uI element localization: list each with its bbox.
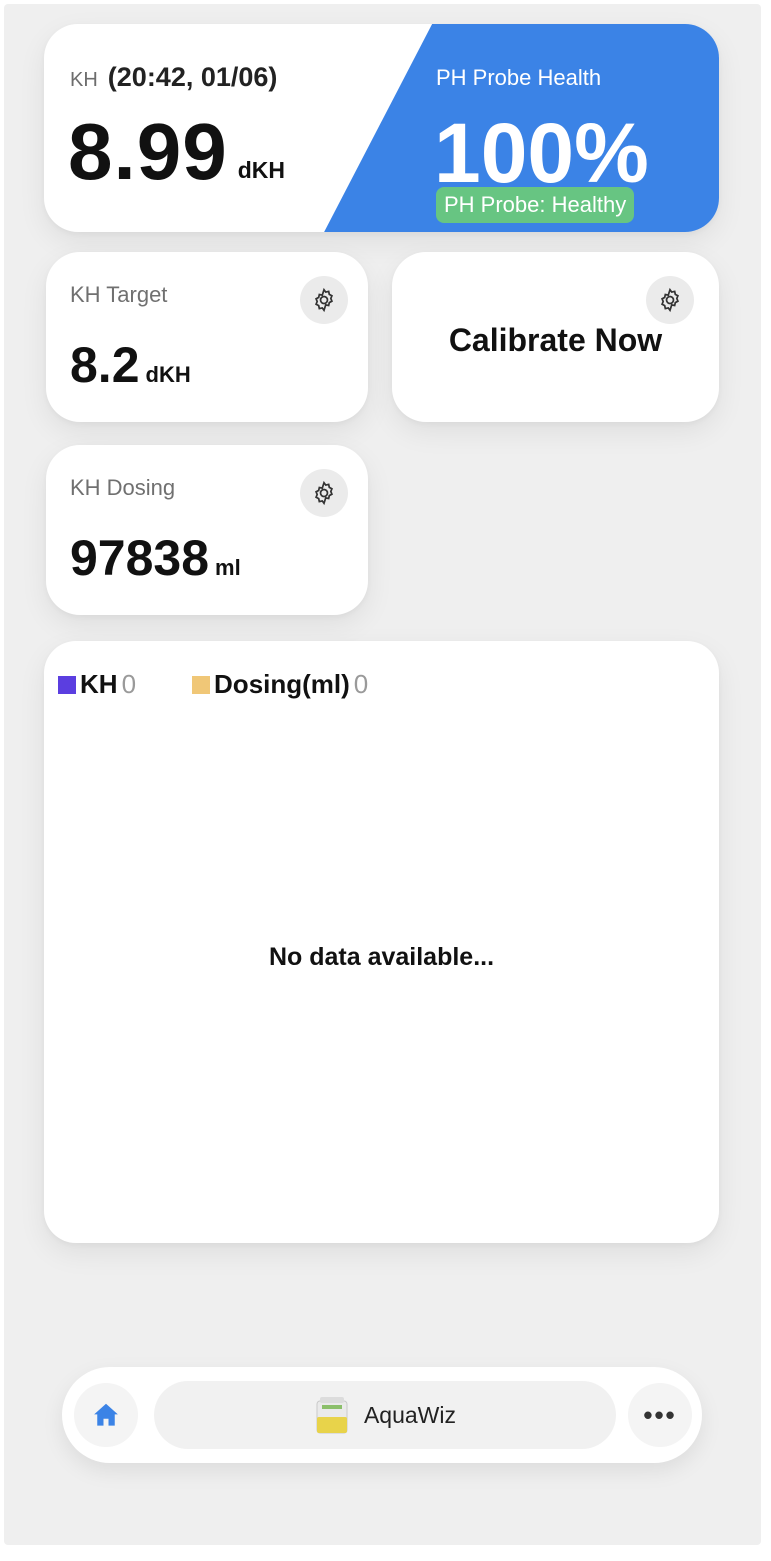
kh-dosing-settings-button[interactable] [300,469,348,517]
kh-target-settings-button[interactable] [300,276,348,324]
kh-value: 8.99 [68,107,228,196]
legend-label-dosing: Dosing(ml) [214,669,350,699]
kh-target-title: KH Target [70,282,168,307]
app-name: AquaWiz [363,1401,457,1428]
gear-icon [315,480,333,506]
chart-legend: KH 0 Dosing(ml) 0 [58,669,424,700]
legend-item-dosing[interactable]: Dosing(ml) 0 [192,669,368,700]
legend-swatch-dosing [192,675,211,694]
legend-label-kh: KH [80,669,118,699]
app-switcher[interactable]: AquaWiz [154,1381,616,1449]
home-icon [94,1403,118,1426]
probe-health-value: 100% [434,106,649,200]
history-chart-card: KH 0 Dosing(ml) 0 No data available... [44,641,719,1243]
calibrate-settings-button[interactable] [646,276,694,324]
calibrate-card[interactable]: Calibrate Now [392,252,719,422]
more-button[interactable]: ••• [628,1383,692,1447]
kh-dosing-value: 97838 [70,530,210,586]
kh-target-value: 8.2 [70,337,140,393]
legend-value-dosing: 0 [353,669,369,699]
kh-target-unit: dKH [145,362,191,387]
kh-target-card[interactable]: KH Target 8.2 dKH [46,252,368,422]
legend-item-kh[interactable]: KH 0 [58,669,136,700]
no-data-message: No data available... [268,943,495,971]
bottom-nav-bar: AquaWiz ••• [62,1367,702,1463]
gear-icon [315,287,333,313]
home-button[interactable] [74,1383,138,1447]
gear-icon [661,287,679,313]
kh-dosing-unit: ml [215,555,241,580]
kh-dosing-card[interactable]: KH Dosing 97838 ml [46,445,368,615]
kh-unit: dKH [237,157,285,183]
legend-value-kh: 0 [121,669,137,699]
app-screen: KH (20:42, 01/06) 8.99 dKH PH Probe Heal… [4,4,761,1545]
probe-health-title: PH Probe Health [436,65,602,90]
probe-status-badge: PH Probe: Healthy [436,187,635,223]
kh-timestamp: (20:42, 01/06) [107,62,278,92]
kh-dosing-title: KH Dosing [70,475,176,500]
aquawiz-app-icon [316,1397,348,1434]
legend-swatch-kh [58,675,76,694]
kh-status-card[interactable]: KH (20:42, 01/06) 8.99 dKH PH Probe Heal… [44,24,719,232]
more-icon: ••• [643,1399,677,1430]
kh-label: KH [70,69,98,91]
calibrate-now-button[interactable]: Calibrate Now [392,322,719,359]
